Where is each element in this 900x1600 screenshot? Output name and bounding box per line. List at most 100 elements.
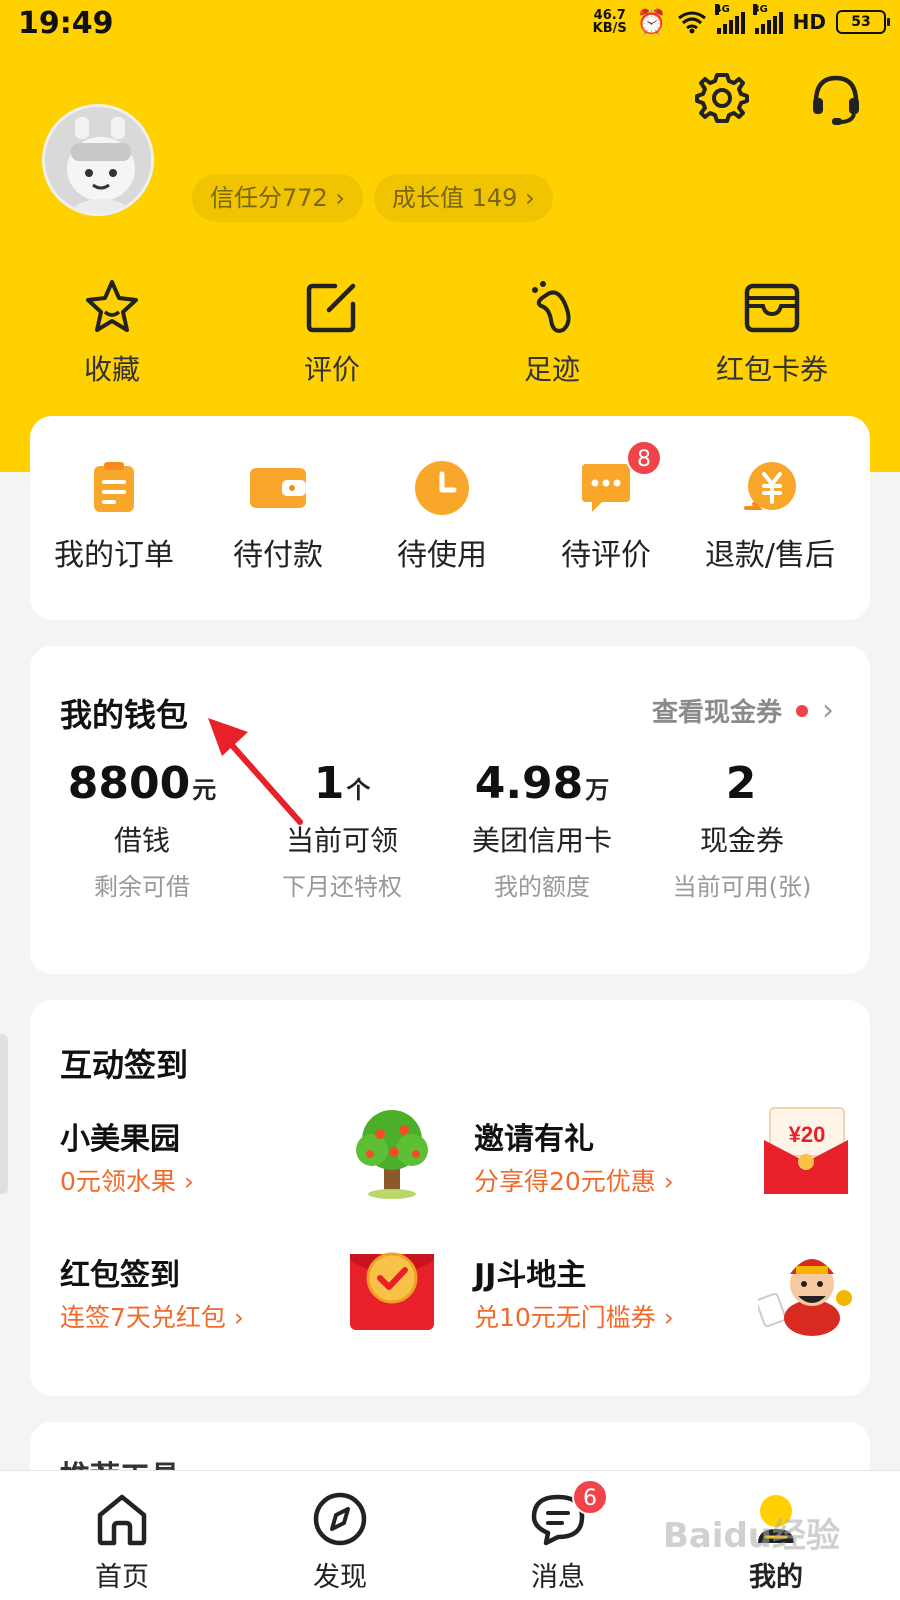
wallet-title: 我的钱包 — [60, 696, 189, 734]
checkin-item-subtitle: 分享得20元优惠 › — [474, 1167, 674, 1196]
wallet-stat-value: 4.98 — [474, 758, 584, 809]
order-item-to-use[interactable]: 待使用 — [358, 460, 526, 574]
status-bar: 19:49 46.7 KB/S ⏰ 4G 3G HD 53 — [0, 0, 900, 50]
wallet-stat-sub: 下月还特权 — [282, 873, 402, 901]
wallet-stat-unit: 万 — [585, 776, 610, 804]
side-drawer-handle[interactable] — [0, 1034, 8, 1194]
status-icons: 46.7 KB/S ⏰ 4G 3G HD 53 — [593, 4, 890, 36]
checkin-card: 互动签到 小美果园 0元领水果 › 邀请有礼 分享得20元优惠 › ¥20 红包… — [30, 1000, 870, 1396]
view-cash-coupons-link[interactable]: 查看现金券 › — [652, 692, 834, 729]
god-of-wealth-icon — [758, 1259, 852, 1336]
wallet-stat-value: 1 — [313, 758, 345, 809]
settings-gear-icon[interactable] — [694, 70, 750, 126]
compass-icon — [313, 1492, 367, 1546]
checkin-item-title: 红包签到 — [60, 1258, 180, 1293]
growth-value-badge[interactable]: 成长值 149 › — [374, 174, 553, 222]
order-item-label: 待付款 — [233, 538, 323, 573]
order-item-pending-payment[interactable]: 待付款 — [194, 460, 362, 574]
trust-score-badge[interactable]: 信任分772 › — [192, 174, 364, 222]
quick-link-coupons[interactable]: 红包卡券 — [692, 276, 852, 388]
tab-label: 消息 — [531, 1562, 585, 1593]
wifi-icon — [677, 11, 706, 34]
pending-payment-icon — [250, 468, 306, 508]
wallet-card-icon — [744, 283, 800, 333]
wallet-stat-name: 现金券 — [699, 824, 784, 857]
checkin-item-orchard[interactable]: 小美果园 0元领水果 › — [60, 1110, 440, 1224]
signal-4g-icon: 4G — [714, 4, 745, 34]
tab-home[interactable]: 首页 — [52, 1489, 192, 1594]
wallet-stat-sub: 当前可用(张) — [672, 873, 812, 901]
tab-label: 首页 — [95, 1562, 149, 1593]
network-type-1: 4G — [714, 4, 730, 15]
order-item-label: 我的订单 — [54, 538, 174, 573]
header-background — [0, 0, 900, 472]
wallet-card: 我的钱包 查看现金券 › 8800元 借钱 剩余可借 1个 当前可领 下月还特权… — [30, 646, 870, 974]
order-item-label: 待评价 — [561, 538, 651, 573]
alarm-icon: ⏰ — [636, 8, 667, 36]
red-annotation-arrow-icon — [208, 718, 303, 825]
refund-icon — [744, 462, 796, 510]
checkin-item-subtitle: 0元领水果 › — [60, 1167, 194, 1196]
hd-indicator: HD — [792, 10, 826, 34]
quick-link-reviews[interactable]: 评价 — [252, 276, 412, 388]
network-type-2: 3G — [752, 4, 768, 15]
clock-icon — [415, 461, 469, 515]
orders-card: 我的订单 待付款 待使用 8 待评价 退款/售后 — [30, 416, 870, 620]
star-icon — [86, 280, 138, 332]
tab-messages[interactable]: 6 消息 — [488, 1479, 628, 1594]
quick-link-label: 评价 — [303, 353, 360, 386]
status-time: 19:49 — [18, 6, 114, 41]
wallet-stat-name: 美团信用卡 — [471, 824, 612, 857]
checkin-item-subtitle: 兑10元无门槛券 › — [474, 1303, 674, 1332]
home-icon — [97, 1494, 147, 1546]
wallet-stat-unit: 个 — [346, 776, 371, 804]
network-speed-unit: KB/S — [592, 21, 627, 36]
checkin-item-title: JJ斗地主 — [474, 1258, 587, 1293]
avatar[interactable] — [42, 104, 154, 216]
quick-link-footprints[interactable]: 足迹 — [472, 276, 632, 388]
order-item-to-review[interactable]: 8 待评价 — [522, 440, 690, 574]
checkin-item-red-packet[interactable]: 红包签到 连签7天兑红包 › — [60, 1250, 440, 1360]
checkin-item-invite[interactable]: 邀请有礼 分享得20元优惠 › ¥20 — [474, 1107, 854, 1224]
order-item-refund[interactable]: 退款/售后 — [686, 460, 854, 574]
signal-3g-icon: 3G — [752, 4, 783, 34]
order-list-icon — [94, 462, 134, 512]
review-count-badge: 8 — [626, 440, 662, 476]
quick-link-favorites[interactable]: 收藏 — [32, 276, 192, 388]
view-cash-coupons-label: 查看现金券 — [651, 698, 782, 728]
checkin-item-title: 邀请有礼 — [474, 1122, 594, 1157]
network-speed: 46.7 KB/S — [593, 9, 627, 35]
edit-icon — [306, 283, 356, 333]
quick-link-label: 足迹 — [523, 353, 580, 386]
wallet-stat-value: 8800 — [67, 758, 191, 809]
wallet-stat-cash-coupons[interactable]: 2 现金券 当前可用(张) — [642, 758, 842, 902]
checkin-item-title: 小美果园 — [60, 1122, 180, 1157]
tree-icon — [356, 1110, 428, 1199]
red-envelope-check-icon — [350, 1252, 434, 1330]
wallet-stat-value: 2 — [725, 758, 757, 809]
chat-bubble-icon — [582, 464, 630, 512]
checkin-title: 互动签到 — [60, 1046, 189, 1084]
order-item-label: 待使用 — [397, 538, 487, 573]
chevron-right-icon: › — [822, 693, 834, 728]
wallet-stat-credit-card[interactable]: 4.98万 美团信用卡 我的额度 — [442, 758, 642, 902]
footprint-icon — [532, 281, 571, 333]
quick-link-label: 收藏 — [83, 353, 140, 386]
tab-label: 发现 — [313, 1562, 367, 1593]
tab-discover[interactable]: 发现 — [270, 1489, 410, 1594]
wallet-stat-sub: 剩余可借 — [94, 873, 190, 901]
red-envelope-20-icon: ¥20 — [764, 1107, 848, 1194]
tab-label: 我的 — [749, 1562, 803, 1593]
quick-link-label: 红包卡券 — [715, 353, 828, 386]
envelope-amount: ¥20 — [789, 1122, 826, 1147]
customer-service-icon[interactable] — [808, 70, 864, 126]
checkin-item-subtitle: 连签7天兑红包 › — [60, 1303, 244, 1332]
battery-icon: 53 — [836, 10, 890, 34]
message-count-badge: 6 — [572, 1479, 608, 1515]
order-item-label: 退款/售后 — [704, 538, 836, 573]
notification-dot — [796, 704, 808, 717]
baidu-watermark: Baidu经验 — [662, 1516, 840, 1556]
checkin-item-jj-landlord[interactable]: JJ斗地主 兑10元无门槛券 › — [474, 1250, 854, 1360]
order-item-my-orders[interactable]: 我的订单 — [30, 460, 198, 574]
wallet-stat-sub: 我的额度 — [494, 873, 590, 901]
